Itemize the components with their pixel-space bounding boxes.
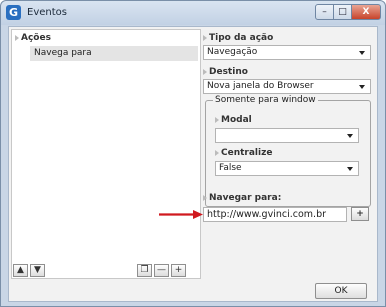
navigate-label-text: Navegar para: [209, 193, 282, 203]
triangle-icon [215, 116, 219, 123]
centralize-label-text: Centralize [221, 148, 273, 158]
window-options-title: Somente para window [213, 95, 318, 105]
ok-button[interactable]: OK [315, 283, 367, 299]
triangle-icon [203, 68, 207, 75]
maximize-button[interactable]: □ [333, 4, 352, 20]
minimize-button[interactable]: – [315, 4, 334, 20]
gvinci-app-icon: G [6, 5, 21, 20]
modal-select[interactable] [215, 128, 359, 143]
chevron-down-icon [359, 51, 365, 55]
add-url-button[interactable]: + [351, 207, 369, 221]
action-type-label-text: Tipo da ação [209, 33, 274, 43]
triangle-icon [203, 34, 207, 41]
action-type-select[interactable]: Navegação [203, 45, 371, 60]
move-down-button[interactable]: ▼ [30, 264, 45, 277]
action-type-label: Tipo da ação [203, 33, 273, 43]
close-button[interactable]: X [351, 4, 381, 20]
actions-header[interactable]: Ações [15, 33, 51, 43]
modal-label-text: Modal [221, 115, 252, 125]
action-type-value: Navegação [207, 47, 258, 57]
actions-panel: Ações Navega para [11, 29, 201, 279]
centralize-select[interactable]: False [215, 161, 359, 176]
red-arrow-icon [159, 210, 203, 219]
navigate-label: Navegar para: [203, 193, 281, 203]
destination-select[interactable]: Nova janela do Browser [203, 79, 371, 94]
chevron-down-icon [359, 85, 365, 89]
add-button[interactable]: + [171, 264, 186, 277]
title-bar: G Eventos – □ X [1, 1, 385, 25]
triangle-icon [203, 194, 207, 201]
modal-label: Modal [215, 115, 252, 125]
centralize-label: Centralize [215, 148, 272, 158]
navigate-url-field[interactable]: http://www.gvinci.com.br [203, 207, 347, 222]
actions-title: Ações [21, 33, 51, 43]
chevron-down-icon [347, 167, 353, 171]
list-item[interactable]: Navega para [30, 46, 198, 61]
remove-button[interactable]: — [154, 264, 169, 277]
chevron-down-icon [347, 134, 353, 138]
copy-button[interactable]: ❐ [137, 264, 152, 277]
collapse-triangle-icon [15, 34, 19, 41]
destination-value: Nova janela do Browser [207, 81, 314, 91]
dialog-window: G Eventos – □ X Ações Navega para ▲ ▼ ❐ … [0, 0, 386, 307]
triangle-icon [215, 149, 219, 156]
destination-label: Destino [203, 67, 248, 77]
window-title: Eventos [27, 7, 67, 18]
move-up-button[interactable]: ▲ [13, 264, 28, 277]
destination-label-text: Destino [209, 67, 248, 77]
dialog-client-area: Ações Navega para ▲ ▼ ❐ — + Tipo da ação… [8, 26, 378, 302]
centralize-value: False [219, 163, 242, 173]
